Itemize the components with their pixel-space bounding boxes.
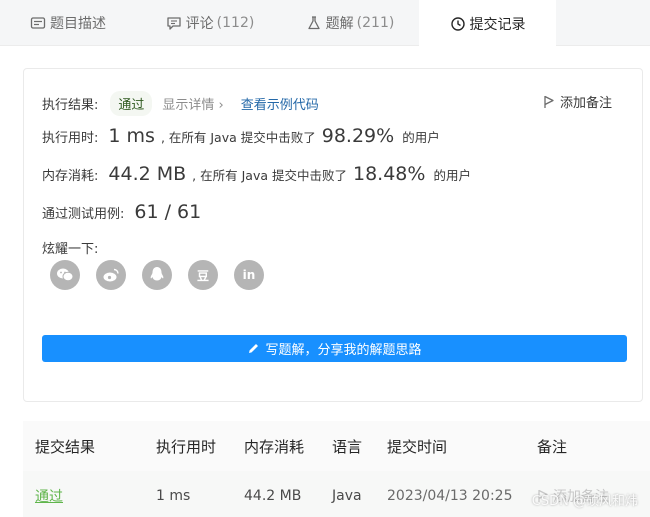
memory-value: 44.2 MB <box>108 163 187 185</box>
share-label: 炫耀一下: <box>42 242 99 257</box>
wechat-icon[interactable] <box>50 260 80 290</box>
runtime-beat-text: , 在所有 Java 提交中击败了 <box>160 130 316 145</box>
tab-submissions[interactable]: 提交记录 <box>419 0 556 47</box>
row-memory: 44.2 MB <box>244 488 302 504</box>
header-memory: 内存消耗 <box>244 437 305 456</box>
row-runtime: 1 ms <box>156 488 191 504</box>
watermark: CSDN @硕风和炜 <box>531 494 638 509</box>
runtime-tail: 的用户 <box>402 130 440 145</box>
douban-glyph: 豆 <box>196 268 209 283</box>
clock-icon <box>450 16 466 32</box>
comment-icon <box>166 15 182 31</box>
header-time: 提交时间 <box>387 437 448 456</box>
linkedin-glyph: in <box>242 268 256 282</box>
description-icon <box>30 15 46 31</box>
row-time: 2023/04/13 20:25 <box>387 488 513 504</box>
status-row: 执行结果: 通过 显示详情 › 查看示例代码 <box>42 91 319 116</box>
douban-icon[interactable]: 豆 <box>188 260 218 290</box>
add-note-button[interactable]: 添加备注 <box>543 92 612 111</box>
add-note-label: 添加备注 <box>559 96 612 111</box>
share-buttons: 豆 in <box>50 260 280 290</box>
row-result-link[interactable]: 通过 <box>35 486 63 506</box>
tab-solutions[interactable]: 题解 (211) <box>300 0 400 46</box>
header-result: 提交结果 <box>35 437 96 456</box>
flag-icon <box>544 95 554 108</box>
share-row: 炫耀一下: <box>42 238 98 257</box>
memory-beat-text: , 在所有 Java 提交中击败了 <box>192 168 347 183</box>
status-label: 执行结果: <box>42 98 99 113</box>
tab-comments[interactable]: 评论 (112) <box>160 0 260 46</box>
flask-icon <box>306 15 322 31</box>
tab-description[interactable]: 题目描述 <box>18 0 118 46</box>
header-language: 语言 <box>332 437 363 456</box>
show-detail-link[interactable]: 显示详情 › <box>162 94 223 113</box>
submission-result-card: 执行结果: 通过 显示详情 › 查看示例代码 添加备注 执行用时: 1 ms ,… <box>23 68 643 402</box>
tab-bar: 题目描述 评论 (112) 题解 (211) 提交记录 <box>0 0 650 47</box>
view-example-code-link[interactable]: 查看示例代码 <box>241 94 319 113</box>
qq-icon[interactable] <box>142 260 172 290</box>
write-solution-button[interactable]: 写题解，分享我的解题思路 <box>42 335 627 362</box>
memory-percentile: 18.48% <box>352 163 426 185</box>
memory-row: 内存消耗: 44.2 MB , 在所有 Java 提交中击败了 18.48% 的… <box>42 163 471 185</box>
tab-label: 评论 <box>185 16 214 32</box>
tab-count: (112) <box>216 15 255 31</box>
tab-label: 提交记录 <box>469 16 526 33</box>
header-runtime: 执行用时 <box>156 437 217 456</box>
runtime-row: 执行用时: 1 ms , 在所有 Java 提交中击败了 98.29% 的用户 <box>42 125 440 147</box>
table-header: 提交结果 执行用时 内存消耗 语言 提交时间 备注 <box>23 421 650 471</box>
tab-count: (211) <box>356 15 395 31</box>
tests-label: 通过测试用例: <box>42 207 125 222</box>
tab-label: 题解 <box>325 16 354 32</box>
runtime-label: 执行用时: <box>42 131 99 146</box>
write-solution-label: 写题解，分享我的解题思路 <box>265 343 422 358</box>
runtime-value: 1 ms <box>108 125 155 147</box>
row-language: Java <box>332 488 362 504</box>
memory-tail: 的用户 <box>433 168 471 183</box>
tests-value: 61 / 61 <box>134 201 202 223</box>
runtime-percentile: 98.29% <box>321 125 395 147</box>
header-note: 备注 <box>537 437 568 456</box>
status-badge: 通过 <box>110 91 153 116</box>
tests-row: 通过测试用例: 61 / 61 <box>42 201 207 223</box>
tab-label: 题目描述 <box>50 16 106 32</box>
linkedin-icon[interactable]: in <box>234 260 264 290</box>
pencil-icon <box>249 344 259 353</box>
weibo-icon[interactable] <box>96 260 126 290</box>
memory-label: 内存消耗: <box>42 169 99 184</box>
